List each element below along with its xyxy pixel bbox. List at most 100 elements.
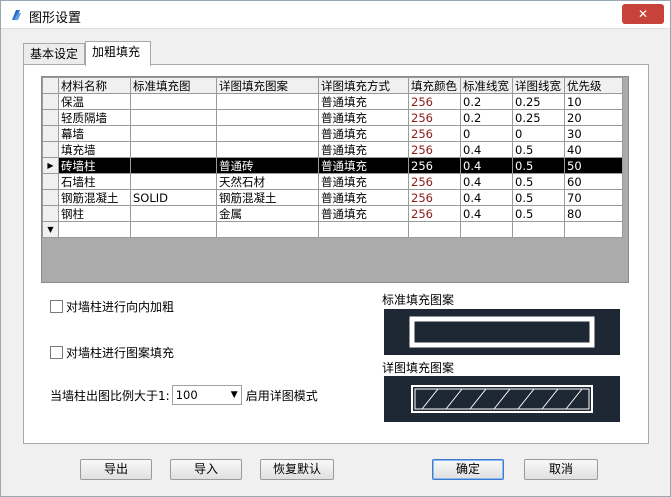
table-row[interactable]: 填充墙 普通填充 256 0.4 0.5 40 bbox=[42, 141, 623, 158]
table-row[interactable]: 轻质隔墙 普通填充 256 0.2 0.25 20 bbox=[42, 109, 623, 126]
cancel-button[interactable]: 取消 bbox=[524, 459, 598, 480]
corner-header[interactable] bbox=[42, 77, 59, 94]
cell-detail-width[interactable]: 0.5 bbox=[512, 141, 565, 158]
cell-std-fill[interactable] bbox=[130, 221, 217, 238]
cell-detail-method[interactable]: 普通填充 bbox=[318, 125, 409, 142]
cell-fill-color[interactable] bbox=[408, 221, 461, 238]
cell-material[interactable]: 保温 bbox=[58, 93, 131, 110]
cell-std-fill[interactable]: SOLID bbox=[130, 189, 217, 206]
col-header-fill-color[interactable]: 填充颜色 bbox=[408, 77, 461, 94]
cell-detail-pattern[interactable]: 天然石材 bbox=[216, 173, 319, 190]
row-header[interactable]: ▼ bbox=[42, 221, 59, 238]
cell-detail-pattern[interactable]: 金属 bbox=[216, 205, 319, 222]
cell-priority[interactable]: 80 bbox=[564, 205, 623, 222]
cell-detail-method[interactable]: 普通填充 bbox=[318, 205, 409, 222]
export-button[interactable]: 导出 bbox=[80, 459, 152, 480]
ok-button[interactable]: 确定 bbox=[432, 459, 504, 480]
col-header-std-width[interactable]: 标准线宽 bbox=[460, 77, 513, 94]
tab-basic-settings[interactable]: 基本设定 bbox=[23, 43, 85, 65]
cell-fill-color[interactable]: 256 bbox=[408, 109, 461, 126]
cell-material[interactable]: 轻质隔墙 bbox=[58, 109, 131, 126]
table-row[interactable]: 石墙柱 天然石材 普通填充 256 0.4 0.5 60 bbox=[42, 173, 623, 190]
cell-priority[interactable]: 40 bbox=[564, 141, 623, 158]
cell-material[interactable]: 填充墙 bbox=[58, 141, 131, 158]
col-header-detail-pattern[interactable]: 详图填充图案 bbox=[216, 77, 319, 94]
cell-fill-color[interactable]: 256 bbox=[408, 157, 461, 174]
table-row[interactable]: 幕墙 普通填充 256 0 0 30 bbox=[42, 125, 623, 142]
row-header[interactable] bbox=[42, 109, 59, 126]
cell-detail-width[interactable]: 0.25 bbox=[512, 93, 565, 110]
table-row[interactable]: 钢柱 金属 普通填充 256 0.4 0.5 80 bbox=[42, 205, 623, 222]
inward-bold-option[interactable]: 对墙柱进行向内加粗 bbox=[50, 298, 174, 315]
restore-defaults-button[interactable]: 恢复默认 bbox=[260, 459, 334, 480]
cell-detail-method[interactable]: 普通填充 bbox=[318, 157, 409, 174]
cell-std-width[interactable]: 0 bbox=[460, 125, 513, 142]
import-button[interactable]: 导入 bbox=[170, 459, 242, 480]
col-header-detail-width[interactable]: 详图线宽 bbox=[512, 77, 565, 94]
cell-detail-method[interactable]: 普通填充 bbox=[318, 141, 409, 158]
row-header[interactable]: ▶ bbox=[42, 157, 59, 174]
table-row[interactable]: ▶ 砖墙柱 普通砖 普通填充 256 0.4 0.5 50 bbox=[42, 157, 623, 174]
cell-fill-color[interactable]: 256 bbox=[408, 141, 461, 158]
cell-detail-method[interactable]: 普通填充 bbox=[318, 173, 409, 190]
dropdown-arrow-icon[interactable]: ▼ bbox=[231, 386, 238, 404]
cell-std-fill[interactable] bbox=[130, 141, 217, 158]
cell-detail-width[interactable]: 0.5 bbox=[512, 205, 565, 222]
pattern-fill-checkbox[interactable] bbox=[50, 346, 63, 359]
cell-detail-width[interactable]: 0.5 bbox=[512, 189, 565, 206]
table-row[interactable]: ▼ bbox=[42, 221, 623, 238]
cell-material[interactable]: 幕墙 bbox=[58, 125, 131, 142]
row-header[interactable] bbox=[42, 189, 59, 206]
cell-detail-pattern[interactable] bbox=[216, 109, 319, 126]
cell-std-width[interactable] bbox=[460, 221, 513, 238]
col-header-priority[interactable]: 优先级 bbox=[564, 77, 623, 94]
cell-material[interactable] bbox=[58, 221, 131, 238]
cell-detail-pattern[interactable]: 钢筋混凝土 bbox=[216, 189, 319, 206]
cell-std-width[interactable]: 0.2 bbox=[460, 93, 513, 110]
cell-detail-method[interactable]: 普通填充 bbox=[318, 189, 409, 206]
cell-priority[interactable] bbox=[564, 221, 623, 238]
row-header[interactable] bbox=[42, 173, 59, 190]
cell-priority[interactable]: 20 bbox=[564, 109, 623, 126]
cell-material[interactable]: 砖墙柱 bbox=[58, 157, 131, 174]
cell-std-width[interactable]: 0.4 bbox=[460, 205, 513, 222]
col-header-detail-method[interactable]: 详图填充方式 bbox=[318, 77, 409, 94]
table-row[interactable]: 钢筋混凝土 SOLID 钢筋混凝土 普通填充 256 0.4 0.5 70 bbox=[42, 189, 623, 206]
cell-std-fill[interactable] bbox=[130, 109, 217, 126]
cell-std-fill[interactable] bbox=[130, 173, 217, 190]
cell-detail-pattern[interactable] bbox=[216, 93, 319, 110]
cell-std-width[interactable]: 0.4 bbox=[460, 189, 513, 206]
cell-detail-width[interactable] bbox=[512, 221, 565, 238]
close-button[interactable]: ✕ bbox=[622, 4, 664, 24]
table-row[interactable]: 保温 普通填充 256 0.2 0.25 10 bbox=[42, 93, 623, 110]
cell-std-width[interactable]: 0.4 bbox=[460, 157, 513, 174]
cell-detail-pattern[interactable] bbox=[216, 141, 319, 158]
cell-fill-color[interactable]: 256 bbox=[408, 173, 461, 190]
cell-std-width[interactable]: 0.4 bbox=[460, 173, 513, 190]
cell-priority[interactable]: 60 bbox=[564, 173, 623, 190]
cell-detail-method[interactable]: 普通填充 bbox=[318, 93, 409, 110]
cell-fill-color[interactable]: 256 bbox=[408, 125, 461, 142]
scale-dropdown[interactable]: 100 ▼ bbox=[171, 385, 242, 405]
cell-priority[interactable]: 70 bbox=[564, 189, 623, 206]
cell-detail-method[interactable]: 普通填充 bbox=[318, 109, 409, 126]
cell-material[interactable]: 钢柱 bbox=[58, 205, 131, 222]
col-header-material[interactable]: 材料名称 bbox=[58, 77, 131, 94]
cell-detail-width[interactable]: 0.5 bbox=[512, 157, 565, 174]
material-grid[interactable]: 材料名称 标准填充图 详图填充图案 详图填充方式 填充颜色 标准线宽 详图线宽 … bbox=[41, 76, 629, 283]
cell-fill-color[interactable]: 256 bbox=[408, 189, 461, 206]
pattern-fill-option[interactable]: 对墙柱进行图案填充 bbox=[50, 344, 174, 361]
cell-std-fill[interactable] bbox=[130, 157, 217, 174]
cell-std-width[interactable]: 0.4 bbox=[460, 141, 513, 158]
cell-detail-width[interactable]: 0.5 bbox=[512, 173, 565, 190]
cell-fill-color[interactable]: 256 bbox=[408, 93, 461, 110]
cell-priority[interactable]: 30 bbox=[564, 125, 623, 142]
row-header[interactable] bbox=[42, 93, 59, 110]
cell-detail-width[interactable]: 0.25 bbox=[512, 109, 565, 126]
cell-fill-color[interactable]: 256 bbox=[408, 205, 461, 222]
cell-priority[interactable]: 10 bbox=[564, 93, 623, 110]
tab-bold-fill[interactable]: 加粗填充 bbox=[85, 41, 151, 66]
cell-detail-pattern[interactable] bbox=[216, 125, 319, 142]
cell-priority[interactable]: 50 bbox=[564, 157, 623, 174]
row-header[interactable] bbox=[42, 205, 59, 222]
